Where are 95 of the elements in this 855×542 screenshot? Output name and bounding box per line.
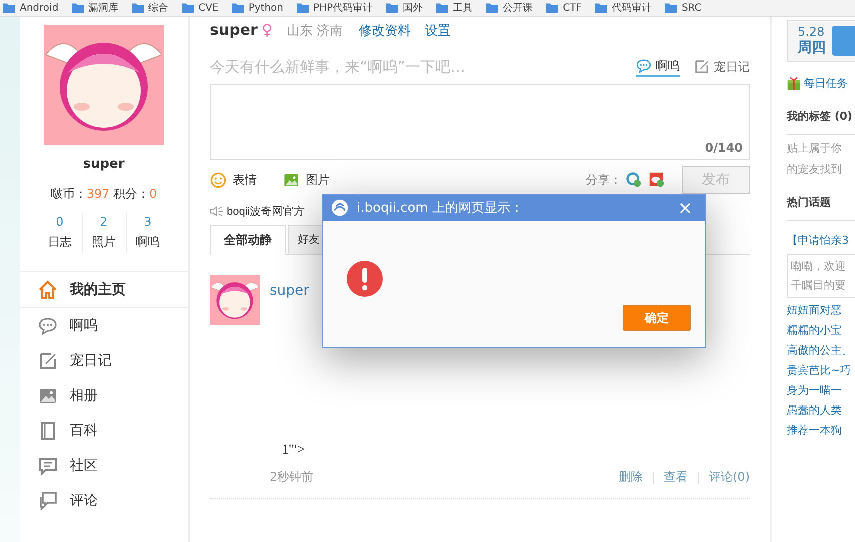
nav-item[interactable]: 我的主页 (20, 272, 188, 308)
stat-label[interactable]: 照片 (92, 234, 116, 251)
topic-link[interactable]: 贵宾芭比~巧 (787, 363, 855, 378)
bookmark-link[interactable]: PHP代码审计 (314, 1, 374, 15)
post-input-field[interactable]: 0/140 (210, 84, 750, 160)
weekday-text: 周四 (798, 39, 826, 57)
nav-item[interactable]: 相册 (20, 378, 188, 413)
folder-icon (485, 2, 500, 14)
speech-bubble-icon (636, 58, 652, 74)
bookmark-link[interactable]: 代码审计 (612, 1, 652, 15)
bookmark-link[interactable]: 公开课 (503, 1, 534, 15)
stat-count[interactable]: 3 (144, 215, 152, 229)
coins-value: 397 (86, 187, 110, 201)
bookmark-link[interactable]: SRC (682, 2, 702, 14)
folder-icon (385, 2, 400, 14)
nav-item[interactable]: 啊呜 (20, 308, 188, 343)
section-title: 我的标签 (0) (787, 109, 855, 135)
topic-link[interactable]: 身为一喵一 (787, 383, 855, 398)
comment-icon (38, 490, 58, 510)
share-icon[interactable] (626, 172, 642, 188)
feed-tab[interactable]: 全部动静 (210, 225, 286, 255)
stat-label[interactable]: 日志 (48, 234, 72, 251)
message-icon (38, 456, 58, 476)
folder-icon (130, 2, 145, 14)
smiley-icon (210, 172, 227, 188)
points-value: 0 (150, 187, 158, 201)
mode-tab[interactable]: 啊呜 (636, 58, 680, 76)
user-name: super (210, 21, 258, 39)
char-counter: 0/140 (705, 141, 743, 155)
bookmark-link[interactable]: 工具 (453, 1, 474, 15)
bookmark-link[interactable]: Python (248, 2, 284, 14)
nav-item[interactable]: 百科 (20, 413, 188, 448)
error-icon (347, 261, 383, 297)
folder-icon (435, 2, 450, 14)
featured-topic-link[interactable]: 【申请怡亲3 (787, 233, 855, 248)
excerpt-text: 千瞩目的要 (791, 278, 847, 293)
location-text: 山东 济南 (286, 23, 344, 40)
bookmark-link[interactable]: CTF (563, 2, 582, 14)
toolbar-button[interactable]: 图片 (283, 172, 330, 188)
topic-link[interactable]: 糯糯的小宝 (787, 323, 855, 338)
share-icon[interactable] (649, 172, 665, 188)
folder-icon (230, 2, 245, 14)
dialog-title: i.boqii.com 上的网页显示： (357, 200, 524, 217)
author-link[interactable]: super (270, 283, 310, 299)
folder-icon (594, 2, 608, 14)
composer-prompt: 今天有什么新鲜事，来“啊呜”一下吧… (210, 58, 467, 76)
topic-link[interactable]: 推荐一本狗 (787, 423, 855, 438)
topic-link[interactable]: 愚蠢的人类 (787, 403, 855, 418)
excerpt-text: 嘞嘞，欢迎 (791, 259, 847, 274)
share-label: 分享： (586, 172, 622, 188)
user-name: super (83, 157, 125, 172)
edit-icon (694, 59, 710, 75)
folder-icon (545, 2, 560, 14)
stat-label[interactable]: 啊呜 (136, 234, 160, 251)
edit-icon (38, 350, 58, 370)
nav-item[interactable]: 评论 (20, 483, 188, 518)
speech-bubble-icon (38, 316, 58, 336)
points-label: 积分： (114, 187, 150, 201)
browser-logo-icon (331, 199, 349, 217)
tags-hint-text: 的宠友找到 (787, 162, 843, 177)
home-icon (38, 280, 58, 300)
speaker-icon (210, 206, 224, 217)
nav-item[interactable]: 社区 (20, 448, 188, 483)
toolbar-button[interactable]: 表情 (210, 172, 257, 188)
date-text: 5.28 (798, 25, 826, 39)
folder-icon (70, 2, 85, 14)
bookmark-link[interactable]: 综合 (148, 1, 169, 15)
bookmark-link[interactable]: Android (20, 2, 59, 14)
coins-label: 啵币： (50, 187, 87, 201)
folder-icon (664, 2, 678, 14)
daily-task-link[interactable]: 每日任务 (804, 76, 848, 91)
book-icon (38, 420, 58, 440)
bookmark-link[interactable]: 国外 (403, 1, 424, 15)
topic-link[interactable]: 妞妞面对恶 (787, 303, 855, 318)
bookmark-link[interactable]: 漏洞库 (88, 1, 119, 15)
folder-icon (296, 2, 310, 14)
folder-icon (180, 2, 195, 14)
tags-hint-text: 贴上属于你 (787, 141, 843, 156)
notice-text[interactable]: boqii波奇网官方 (227, 204, 306, 219)
stat-count[interactable]: 2 (100, 215, 108, 229)
nav-item[interactable]: 宠日记 (20, 343, 188, 378)
section-title: 热门话题 (787, 195, 855, 221)
folder-icon (2, 2, 16, 14)
post-time: 2秒钟前 (270, 469, 314, 486)
gender-icon: ♀ (262, 21, 273, 39)
avatar (210, 275, 260, 325)
stat-count[interactable]: 0 (56, 215, 64, 229)
mode-tab[interactable]: 宠日记 (694, 58, 750, 76)
profile-link[interactable]: 设置 (425, 22, 452, 40)
profile-link[interactable]: 修改资料 (359, 22, 412, 40)
image-icon (283, 172, 300, 188)
topic-link[interactable]: 高傲的公主。 (787, 343, 855, 358)
bookmark-link[interactable]: CVE (198, 2, 219, 14)
gift-icon (787, 76, 801, 90)
post-content: 1'"> (282, 443, 306, 459)
